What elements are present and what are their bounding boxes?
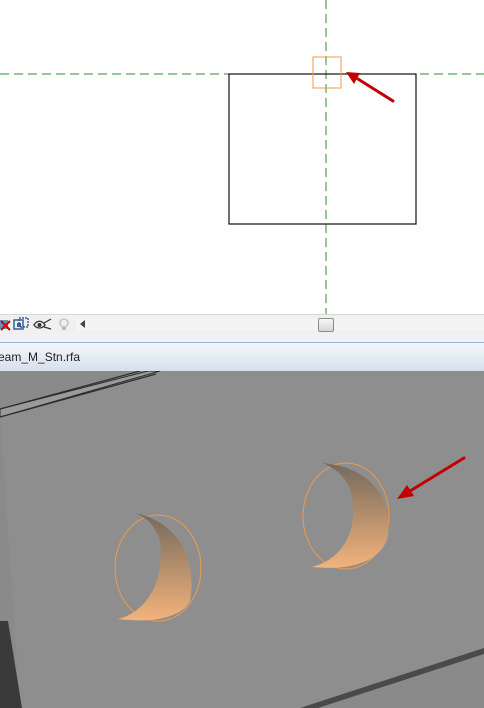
document-tab-bar: eam_M_Stn.rfa — [0, 342, 484, 372]
scrollbar-thumb[interactable] — [318, 318, 334, 332]
document-tab-title[interactable]: eam_M_Stn.rfa — [0, 350, 80, 364]
3d-view-canvas[interactable] — [0, 371, 484, 708]
remove-hidden-icon[interactable] — [0, 317, 11, 332]
temporary-hide-icon[interactable] — [13, 317, 30, 332]
plan-view-canvas[interactable] — [0, 0, 484, 318]
scroll-left-arrow-icon[interactable] — [80, 320, 85, 328]
reveal-hidden-icon[interactable] — [33, 317, 53, 332]
selected-point-highlight — [312, 56, 342, 89]
annotation-arrow-plan — [346, 72, 395, 103]
beam-face — [0, 371, 484, 708]
horizontal-scrollbar[interactable] — [76, 318, 484, 331]
analysis-display-icon[interactable] — [58, 317, 70, 332]
view-control-bar — [0, 314, 484, 335]
view-split-divider — [0, 334, 484, 342]
hole-right — [302, 462, 390, 570]
